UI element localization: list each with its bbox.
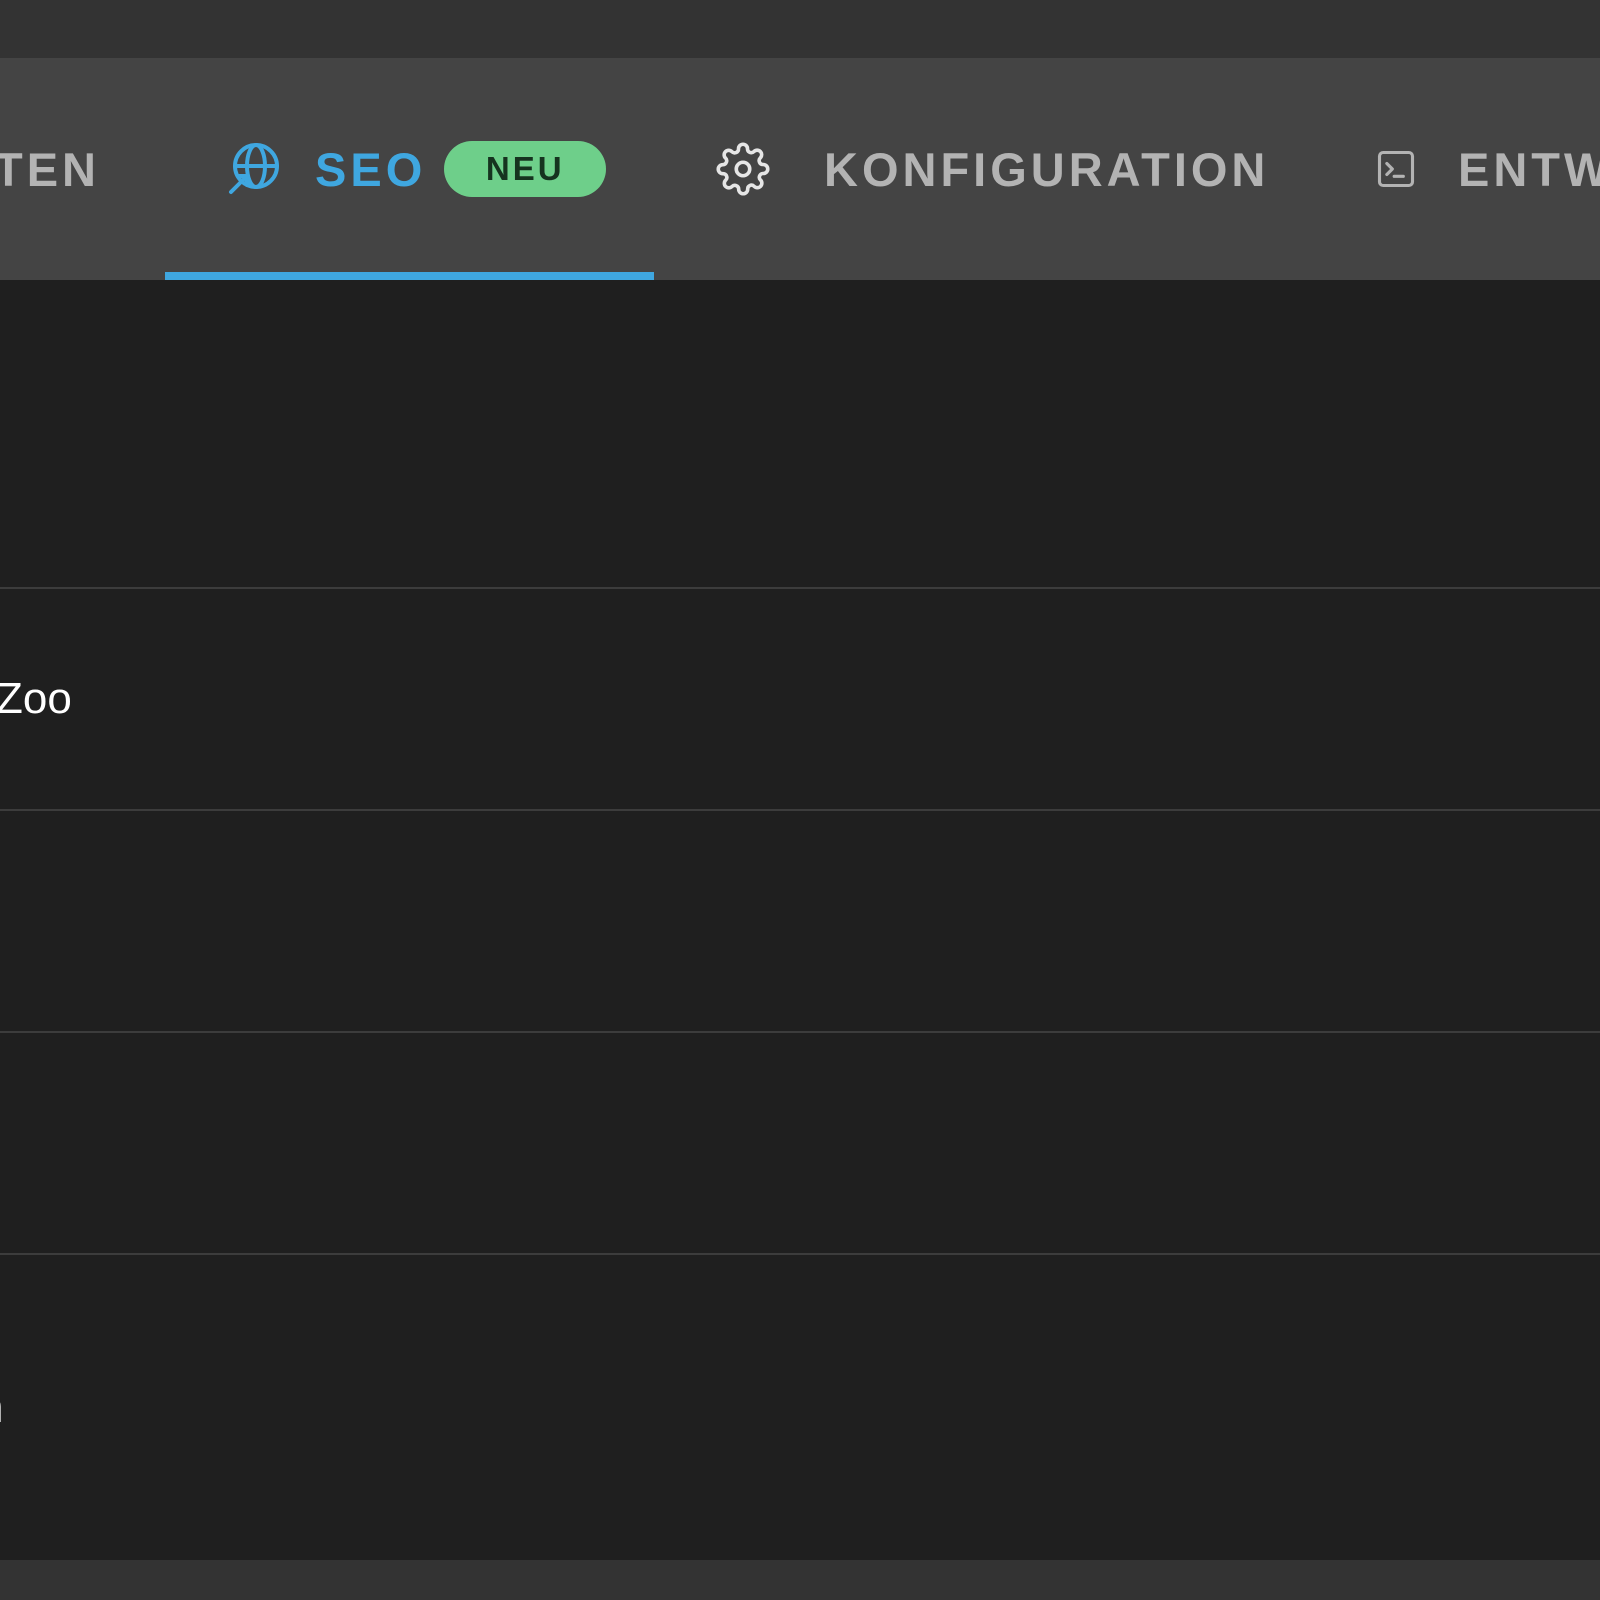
tab-entwickler[interactable]: ENTW — [1374, 58, 1600, 280]
active-tab-indicator — [165, 272, 654, 280]
tab-konfiguration[interactable]: KONFIGURATION — [716, 58, 1269, 280]
list-row[interactable] — [0, 1033, 1600, 1255]
tab-label: KONFIGURATION — [824, 142, 1270, 196]
row-label: Zoo — [0, 674, 72, 723]
new-badge: NEU — [444, 141, 607, 197]
settings-list: Zoo n — [0, 280, 1600, 1560]
list-row[interactable]: Zoo — [0, 589, 1600, 811]
tab-seo[interactable]: SEO NEU — [227, 58, 607, 280]
tab-label: TEN — [0, 142, 100, 196]
list-row[interactable] — [0, 280, 1600, 589]
globe-rocket-icon — [227, 142, 281, 196]
list-row[interactable] — [0, 811, 1600, 1033]
list-row[interactable]: n — [0, 1255, 1600, 1560]
terminal-icon — [1374, 147, 1418, 191]
top-bar — [0, 0, 1600, 58]
row-label: n — [0, 1383, 3, 1433]
tab-bar: TEN SEO NEU KONFIGURATION ENTW — [0, 58, 1600, 280]
gear-icon — [716, 142, 770, 196]
tab-label: SEO — [315, 142, 427, 196]
tab-label: ENTW — [1458, 142, 1600, 196]
tab-partial-left[interactable]: TEN — [0, 58, 100, 280]
bottom-bar — [0, 1560, 1600, 1600]
